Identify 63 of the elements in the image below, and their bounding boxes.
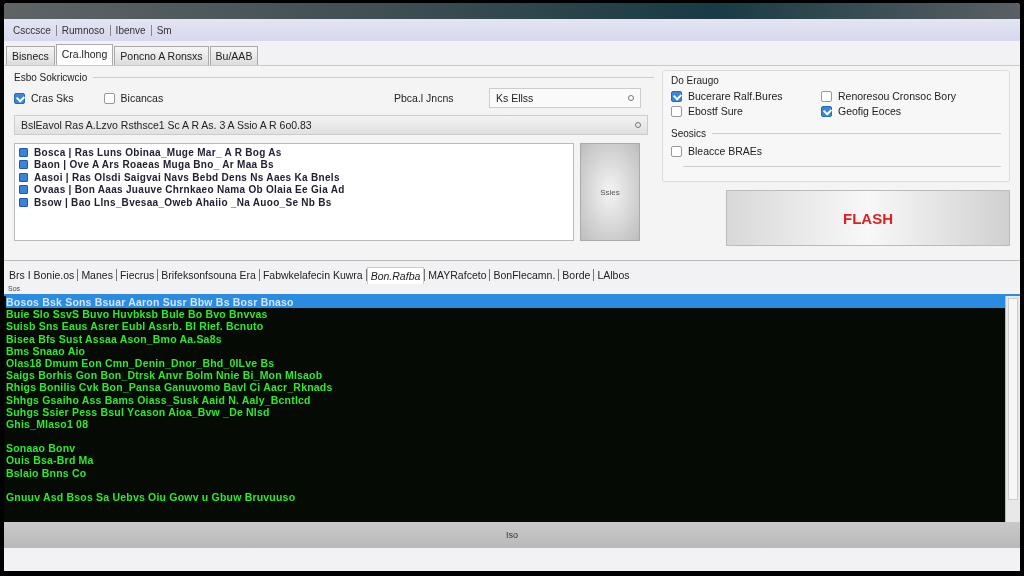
- log-line: Sonaao Bonv: [6, 442, 77, 455]
- tab[interactable]: Cra.lhong: [55, 44, 114, 65]
- side-button[interactable]: Ssles: [580, 143, 640, 241]
- scrollbar[interactable]: [1005, 296, 1020, 522]
- dropdown-value: BslEavol Ras A.Lzvo Rsthsce1 Sc A R As. 3 A Ssio A R 6o0.83: [21, 119, 312, 131]
- checkbox-label: Ebostf Sure: [688, 105, 743, 117]
- log-line: Bms Snaao Aio: [6, 344, 87, 357]
- menu-item[interactable]: Rumnoso: [56, 24, 110, 36]
- log-line: Olas18 Dmum Eon Cmn_Denin_Dnor_Bhd_0ILve Bs: [6, 356, 276, 370]
- checkbox[interactable]: [103, 92, 115, 104]
- menu-item[interactable]: Ibenve: [110, 24, 151, 36]
- tab[interactable]: Fabwkelafecin Kuwra: [259, 267, 366, 283]
- list-item[interactable]: Baon | Ove A Ars Roaeas Muga Bno_ Ar Maa Bs: [34, 159, 274, 171]
- status-text: Iso: [506, 530, 518, 540]
- checkbox[interactable]: [821, 90, 832, 102]
- file-dropdown[interactable]: BslEavol Ras A.Lzvo Rsthsce1 Sc A R As. 3 A Ssio A R 6o0.83: [14, 115, 648, 135]
- checkbox-label: Bicancas: [120, 92, 164, 104]
- checkbox[interactable]: [671, 145, 682, 157]
- group-title: Seosics: [671, 127, 706, 139]
- port-dropdown[interactable]: Ks Ellss: [489, 88, 641, 108]
- dropdown-value: Ks Ellss: [496, 92, 534, 104]
- log-line: Shhgs Gsaiho Ass Bams Oiass_Susk Aaid N. Aaly_Bcntlcd: [6, 393, 312, 406]
- list-item[interactable]: Bsow | Bao Llns_Bvesaa_Oweb Ahaiio _Na Auoo_Se Nb Bs: [34, 196, 332, 208]
- group-title: Do Eraugo: [671, 74, 719, 86]
- flash-button[interactable]: FLASH: [726, 190, 1010, 246]
- tab[interactable]: MAYRafceto: [425, 267, 490, 283]
- tab[interactable]: Bon.Rafba: [366, 266, 425, 284]
- list-item[interactable]: Bosca | Ras Luns Obinaa_Muge Mar_ A R Bog As: [34, 146, 282, 158]
- log-line: Suhgs Ssier Pess Bsul Ycason Aioa_Bvw _De Nlsd: [6, 405, 270, 418]
- tab[interactable]: Poncno A Ronsxs: [114, 46, 209, 65]
- port-label: Pbca.l Jncns: [394, 92, 455, 104]
- log-line: Saigs Borhis Gon Bon_Dtrsk Anvr Bolm Nnie Bi_Mon Mlsaob: [6, 369, 324, 382]
- tab[interactable]: Fiecrus: [116, 267, 158, 283]
- checkbox[interactable]: [671, 105, 682, 117]
- tab[interactable]: LAlbos: [594, 267, 633, 283]
- checkbox[interactable]: [671, 90, 682, 102]
- list-item[interactable]: Ovaas | Bon Aaas Juauve Chrnkaeo Nama Ob Olaia Ee Gia Ad: [34, 184, 345, 196]
- checkbox-label: Geofig Eoces: [838, 105, 902, 117]
- checkbox-label: Bucerare Ralf.Bures: [688, 90, 783, 102]
- tab[interactable]: Brs I Bonie.os: [6, 267, 78, 283]
- tab[interactable]: BonFlecamn.: [490, 267, 559, 283]
- tab[interactable]: Bisnecs: [6, 46, 55, 65]
- log-line: Bslaio Bnns Co: [6, 466, 88, 479]
- menu-item[interactable]: Csccsce: [8, 24, 56, 36]
- list-item[interactable]: Aasoi | Ras Olsdi Saigvai Navs Bebd Dens Ns Aaes Ka Bnels: [34, 171, 340, 183]
- log-line: Bisea Bfs Sust Assaa Ason_Bmo Aa.Sa8s: [6, 332, 223, 345]
- log-line: Rhigs Bonilis Cvk Bon_Pansa Ganuvomo Bavl Ci Aacr_Rknads: [6, 381, 334, 394]
- tab[interactable]: Manes: [78, 267, 116, 283]
- checkbox[interactable]: [821, 105, 832, 117]
- checkbox-label: Renoresou Cronsoc Bory: [838, 90, 956, 102]
- tab[interactable]: Bu/AAB: [209, 46, 259, 65]
- tab[interactable]: Brifeksonfsouna Era: [158, 267, 259, 283]
- log-line: Buie Slo SsvS Buvo Huvbksb Bule Bo Bvo Bnvvas: [6, 308, 269, 321]
- log-line: Ouis Bsa-Brd Ma: [6, 454, 95, 467]
- log-line: Ghis_Mlaso1 08: [6, 417, 90, 431]
- group-title: Esbo Sokricwcio: [14, 71, 88, 83]
- log-line: Gnuuv Asd Bsos Sa Uebvs Oiu Gowv u Gbuw Bruvuuso: [6, 491, 297, 504]
- tab[interactable]: Borde: [559, 267, 594, 283]
- checkbox-label: Cras Sks: [31, 92, 74, 104]
- checkbox-label: Bleacce BRAEs: [688, 145, 763, 157]
- checkbox[interactable]: [14, 92, 25, 104]
- menu-item[interactable]: Sm: [151, 24, 177, 36]
- log-line: Suisb Sns Eaus Asrer Eubl Assrb. Bl Rief. Bcnuto: [6, 320, 265, 333]
